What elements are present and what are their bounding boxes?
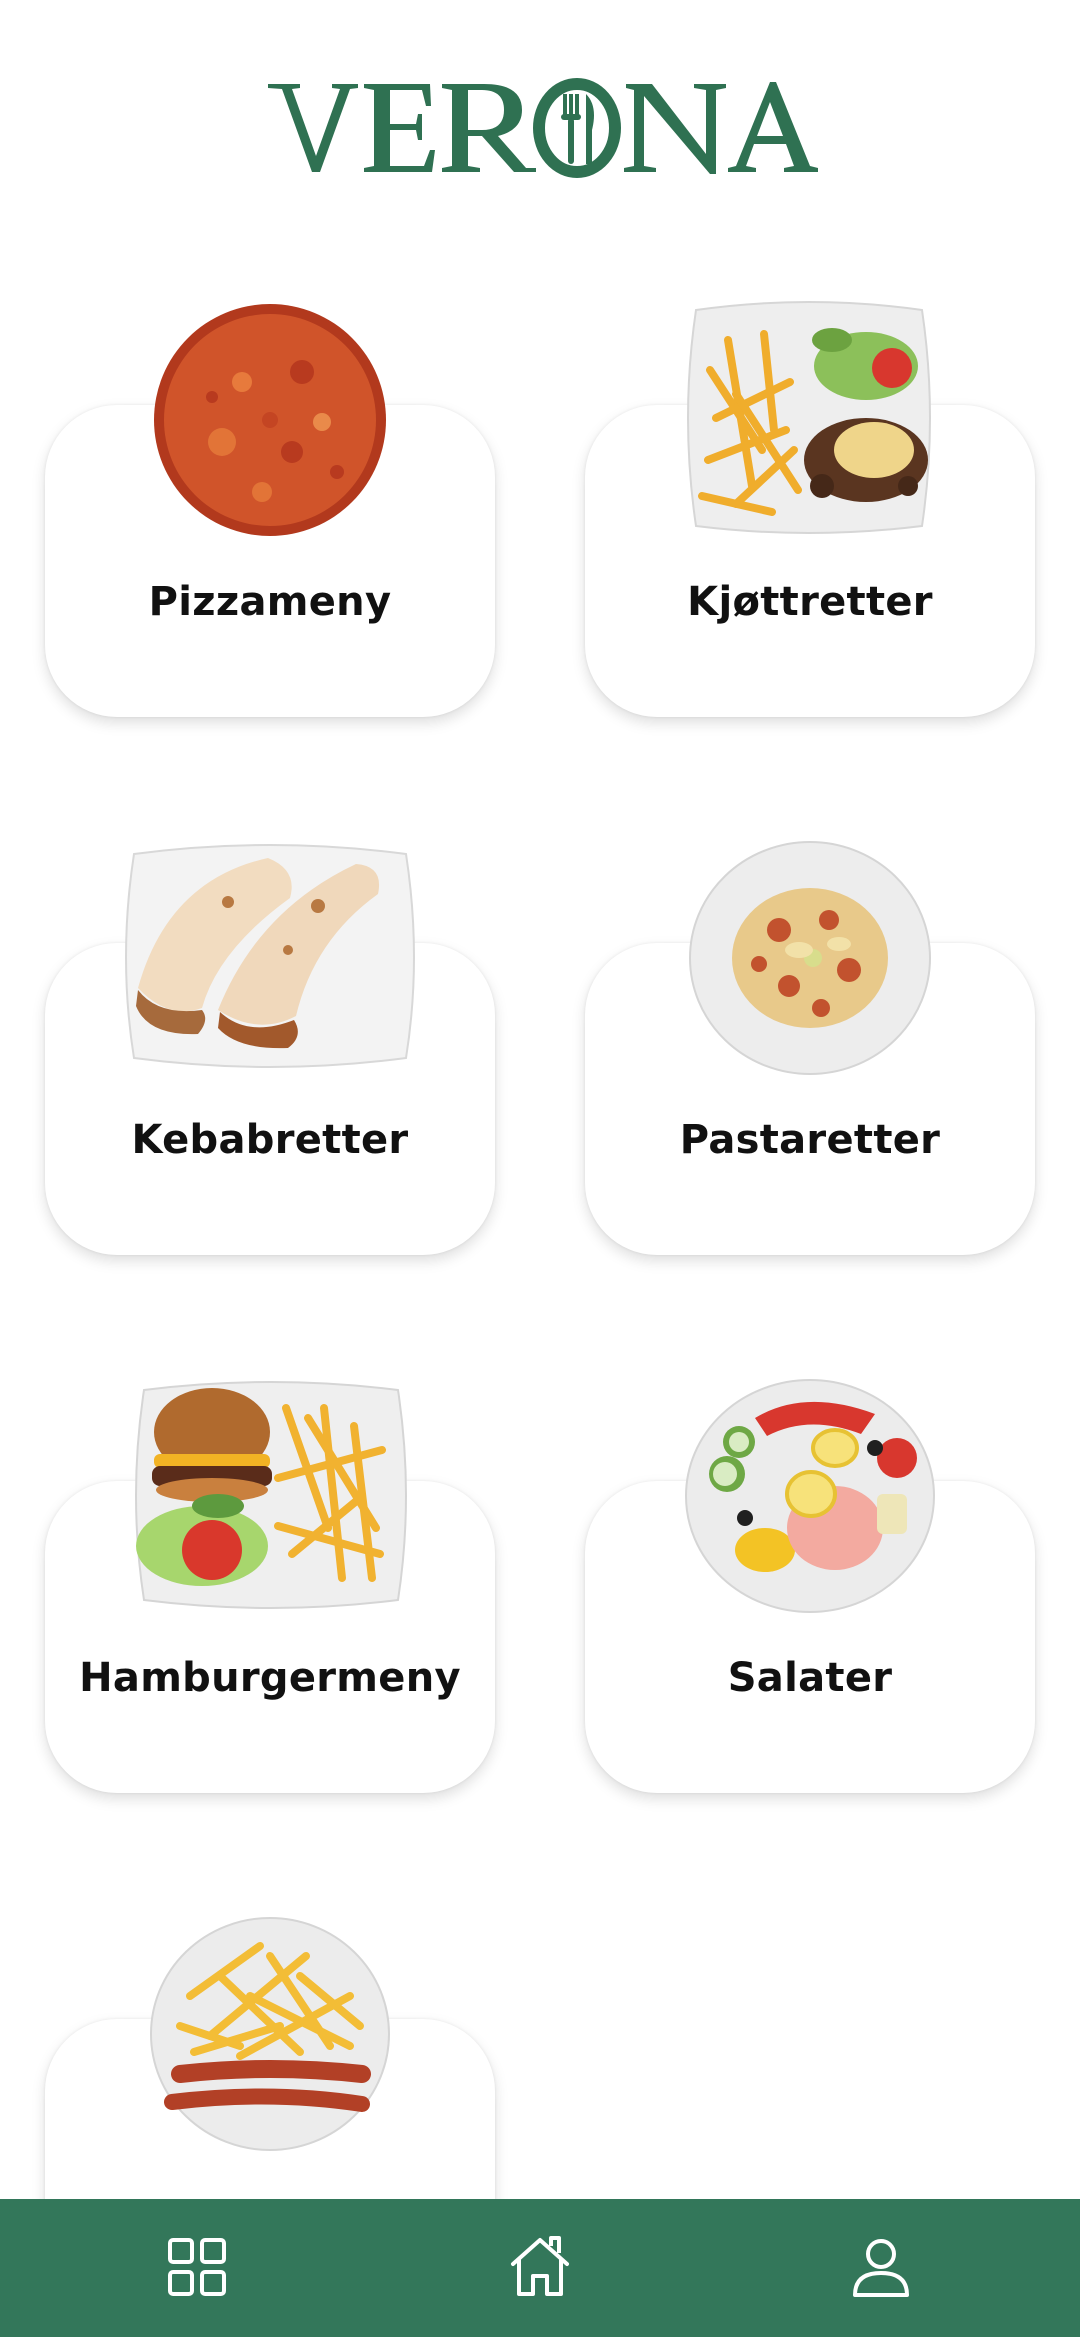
nav-menu-button[interactable]	[157, 2227, 237, 2307]
category-label: Kebabretter	[131, 1117, 409, 1163]
category-card-kjottretter[interactable]: Kjøttretter	[585, 405, 1035, 717]
category-card-salater[interactable]: Salater	[585, 1481, 1035, 1793]
category-card-hamburgermeny[interactable]: Hamburgermeny	[45, 1481, 495, 1793]
category-card-pizzameny[interactable]: Pizzameny	[45, 405, 495, 717]
category-card-pastaretter[interactable]: Pastaretter	[585, 943, 1035, 1255]
grid-icon	[168, 2238, 226, 2296]
bottom-navigation-bar	[0, 2199, 1080, 2337]
category-label: Kjøttretter	[687, 579, 933, 625]
user-icon	[853, 2239, 909, 2297]
category-label: Pastaretter	[679, 1117, 941, 1163]
nav-home-button[interactable]	[500, 2227, 580, 2307]
home-icon	[511, 2236, 569, 2296]
nav-profile-button[interactable]	[841, 2227, 921, 2307]
brand-logo	[0, 68, 1080, 188]
category-label: Hamburgermeny	[79, 1655, 461, 1701]
category-label: Salater	[727, 1655, 893, 1701]
category-label: Pizzameny	[148, 579, 392, 625]
verona-logo	[268, 78, 818, 178]
category-card-kebabretter[interactable]: Kebabretter	[45, 943, 495, 1255]
